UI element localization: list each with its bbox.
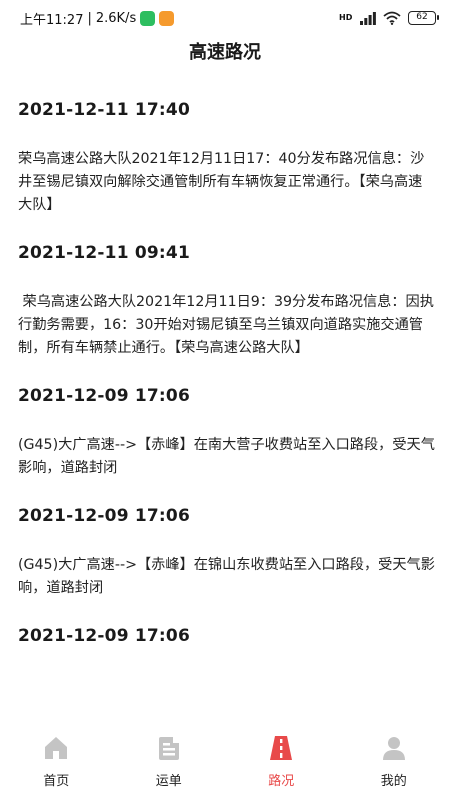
waybill-icon [158,737,179,760]
entry-timestamp: 2021-12-11 09:41 [18,243,190,263]
entry-timestamp: 2021-12-09 17:06 [18,626,190,646]
hd-label: HD [339,13,353,22]
wifi-icon [383,11,401,25]
status-time: 上午11:27 [20,12,84,28]
status-bar: 上午11:27 | 2.6K/s HD 62 [0,0,450,36]
home-icon [45,737,68,759]
wechat-icon [140,10,156,26]
road-icon [270,736,293,760]
status-bar-right: HD 62 [339,11,439,25]
network-speed: 2.6K/s [95,10,137,26]
feed-entry[interactable]: 2021-12-09 17:06 (G45)大广高速-->【赤峰】在南大营子收费… [18,382,436,480]
tab-mine[interactable]: 我的 [338,728,450,800]
tab-label: 我的 [380,774,407,789]
bottom-tab-bar: 首页 运单 路况 我的 [0,728,450,800]
battery-icon: 62 [408,11,439,25]
app-notification-icon [159,10,175,26]
feed-entry[interactable]: 2021-12-11 17:40 荣乌高速公路大队2021年12月11日17：4… [18,96,436,217]
tab-label: 首页 [43,774,70,789]
feed-entry[interactable]: 2021-12-11 09:41 荣乌高速公路大队2021年12月11日9：39… [18,239,436,360]
entry-timestamp: 2021-12-09 17:06 [18,506,190,526]
entry-text: 荣乌高速公路大队2021年12月11日17：40分发布路况信息：沙井至锡尼镇双向… [18,151,425,213]
tab-home[interactable]: 首页 [0,728,113,800]
signal-icon [360,11,376,25]
entry-timestamp: 2021-12-11 17:40 [18,100,190,120]
entry-timestamp: 2021-12-09 17:06 [18,386,190,406]
road-condition-feed[interactable]: 2021-12-11 17:40 荣乌高速公路大队2021年12月11日17：4… [18,96,436,672]
tab-label: 运单 [155,774,182,789]
feed-entry[interactable]: 2021-12-09 17:06 [18,622,436,650]
entry-text: (G45)大广高速-->【赤峰】在南大营子收费站至入口路段，受天气影响，道路封闭 [18,437,435,476]
feed-entry[interactable]: 2021-12-09 17:06 (G45)大广高速-->【赤峰】在锦山东收费站… [18,502,436,600]
tab-waybill[interactable]: 运单 [113,728,226,800]
user-icon [382,737,405,760]
status-bar-left: 上午11:27 | 2.6K/s [20,9,175,28]
tab-label: 路况 [268,774,295,789]
tab-road-conditions[interactable]: 路况 [225,728,338,800]
page-title: 高速路况 [189,42,261,63]
status-separator: | [87,10,92,26]
entry-text: (G45)大广高速-->【赤峰】在锦山东收费站至入口路段，受天气影响，道路封闭 [18,557,435,596]
entry-text: 荣乌高速公路大队2021年12月11日9：39分发布路况信息：因执行勤务需要，1… [18,294,434,356]
